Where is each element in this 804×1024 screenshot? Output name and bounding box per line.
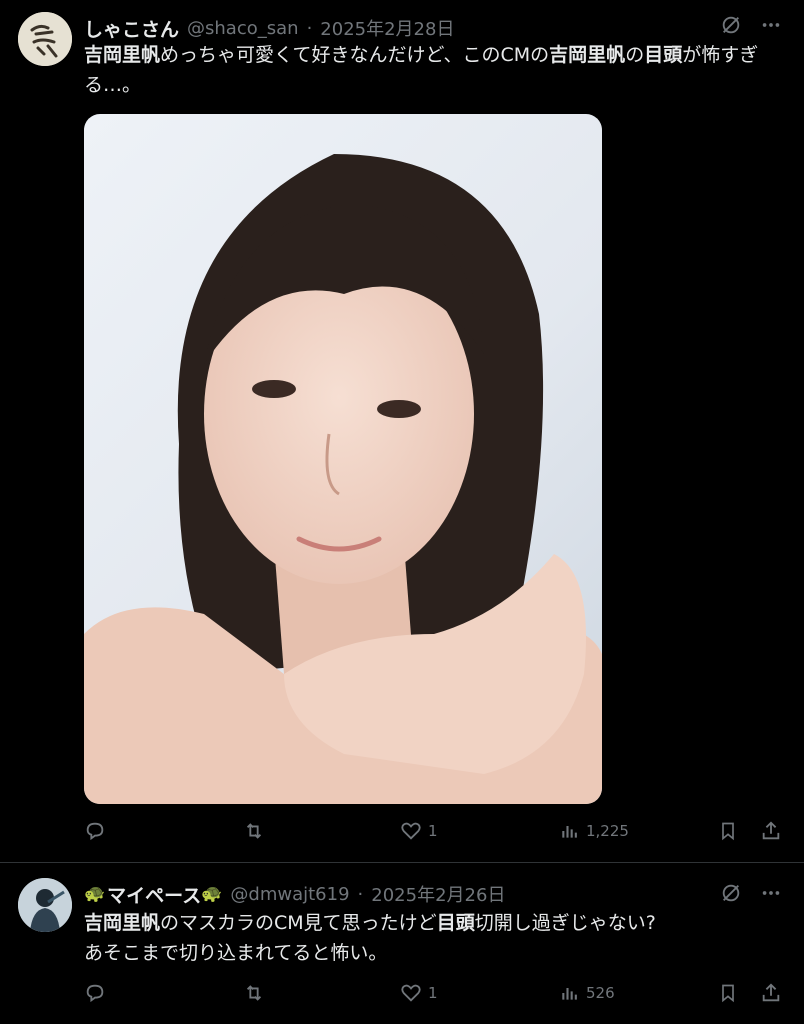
text-segment: あそこまで切り込まれてると怖い。 [84, 942, 388, 964]
text-segment: 切開し過ぎじゃない? [474, 912, 656, 934]
text-segment: の [625, 44, 645, 66]
like-count: 1 [428, 822, 438, 840]
turtle-icon: 🐢 [84, 884, 106, 904]
views-icon [560, 820, 580, 842]
action-bar: 1 1,225 [84, 820, 784, 850]
share-icon [760, 982, 782, 1004]
bookmark-icon [718, 982, 738, 1004]
separator: · [306, 17, 313, 39]
reply-button[interactable] [84, 820, 112, 842]
handle[interactable]: @shaco_san [187, 18, 299, 39]
display-name[interactable]: しゃこさん [84, 15, 179, 42]
bookmark-icon [718, 820, 738, 842]
views-button[interactable]: 1,225 [560, 820, 629, 842]
text-segment: 吉岡里帆 [84, 44, 161, 66]
text-segment: 目頭 [644, 44, 683, 66]
text-segment: のマスカラのCM見て思ったけど [160, 912, 437, 934]
reply-button[interactable] [84, 982, 112, 1004]
separator: · [357, 883, 364, 905]
repost-icon [242, 982, 266, 1004]
more-icon[interactable] [760, 882, 782, 904]
repost-button[interactable] [242, 982, 272, 1004]
like-icon [400, 982, 422, 1004]
text-segment: めっちゃ可愛くて好きなんだけど、このCMの [160, 44, 550, 66]
avatar[interactable] [18, 12, 72, 66]
post-date[interactable]: 2025年2月26日 [371, 881, 505, 907]
post-header: 🐢 マイペース 🐢 @dmwajt619 · 2025年2月26日 [84, 880, 505, 908]
views-icon [560, 982, 580, 1004]
action-bar: 1 526 [84, 982, 784, 1012]
views-button[interactable]: 526 [560, 982, 615, 1004]
post-header: しゃこさん @shaco_san · 2025年2月28日 [84, 14, 454, 42]
display-name[interactable]: マイペース [107, 881, 201, 908]
like-button[interactable]: 1 [400, 820, 438, 842]
view-count: 1,225 [586, 822, 629, 840]
bookmark-button[interactable] [718, 820, 738, 842]
more-icon[interactable] [760, 14, 782, 36]
post-text: 吉岡里帆のマスカラのCM見て思ったけど目頭切開し過ぎじゃない? あそこまで切り込… [84, 908, 784, 968]
text-segment: 目頭 [436, 912, 475, 934]
post-photo[interactable] [84, 114, 602, 804]
text-segment: 吉岡里帆 [549, 44, 626, 66]
turtle-icon: 🐢 [201, 884, 223, 904]
text-segment: 吉岡里帆 [84, 912, 161, 934]
bookmark-button[interactable] [718, 982, 738, 1004]
post-date[interactable]: 2025年2月28日 [320, 15, 454, 41]
post-text: 吉岡里帆めっちゃ可愛くて好きなんだけど、このCMの吉岡里帆の目頭が怖すぎる…。 [84, 40, 784, 100]
like-icon [400, 820, 422, 842]
handle[interactable]: @dmwajt619 [230, 884, 349, 905]
repost-icon [242, 820, 266, 842]
avatar[interactable] [18, 878, 72, 932]
share-icon [760, 820, 782, 842]
reply-icon [84, 820, 106, 842]
share-button[interactable] [760, 982, 782, 1004]
like-button[interactable]: 1 [400, 982, 438, 1004]
grok-icon[interactable] [720, 882, 742, 904]
divider [0, 862, 804, 863]
grok-icon[interactable] [720, 14, 742, 36]
post-1[interactable]: しゃこさん @shaco_san · 2025年2月28日 吉岡里帆めっちゃ可愛… [0, 0, 804, 862]
view-count: 526 [586, 984, 615, 1002]
share-button[interactable] [760, 820, 782, 842]
like-count: 1 [428, 984, 438, 1002]
repost-button[interactable] [242, 820, 272, 842]
reply-icon [84, 982, 106, 1004]
